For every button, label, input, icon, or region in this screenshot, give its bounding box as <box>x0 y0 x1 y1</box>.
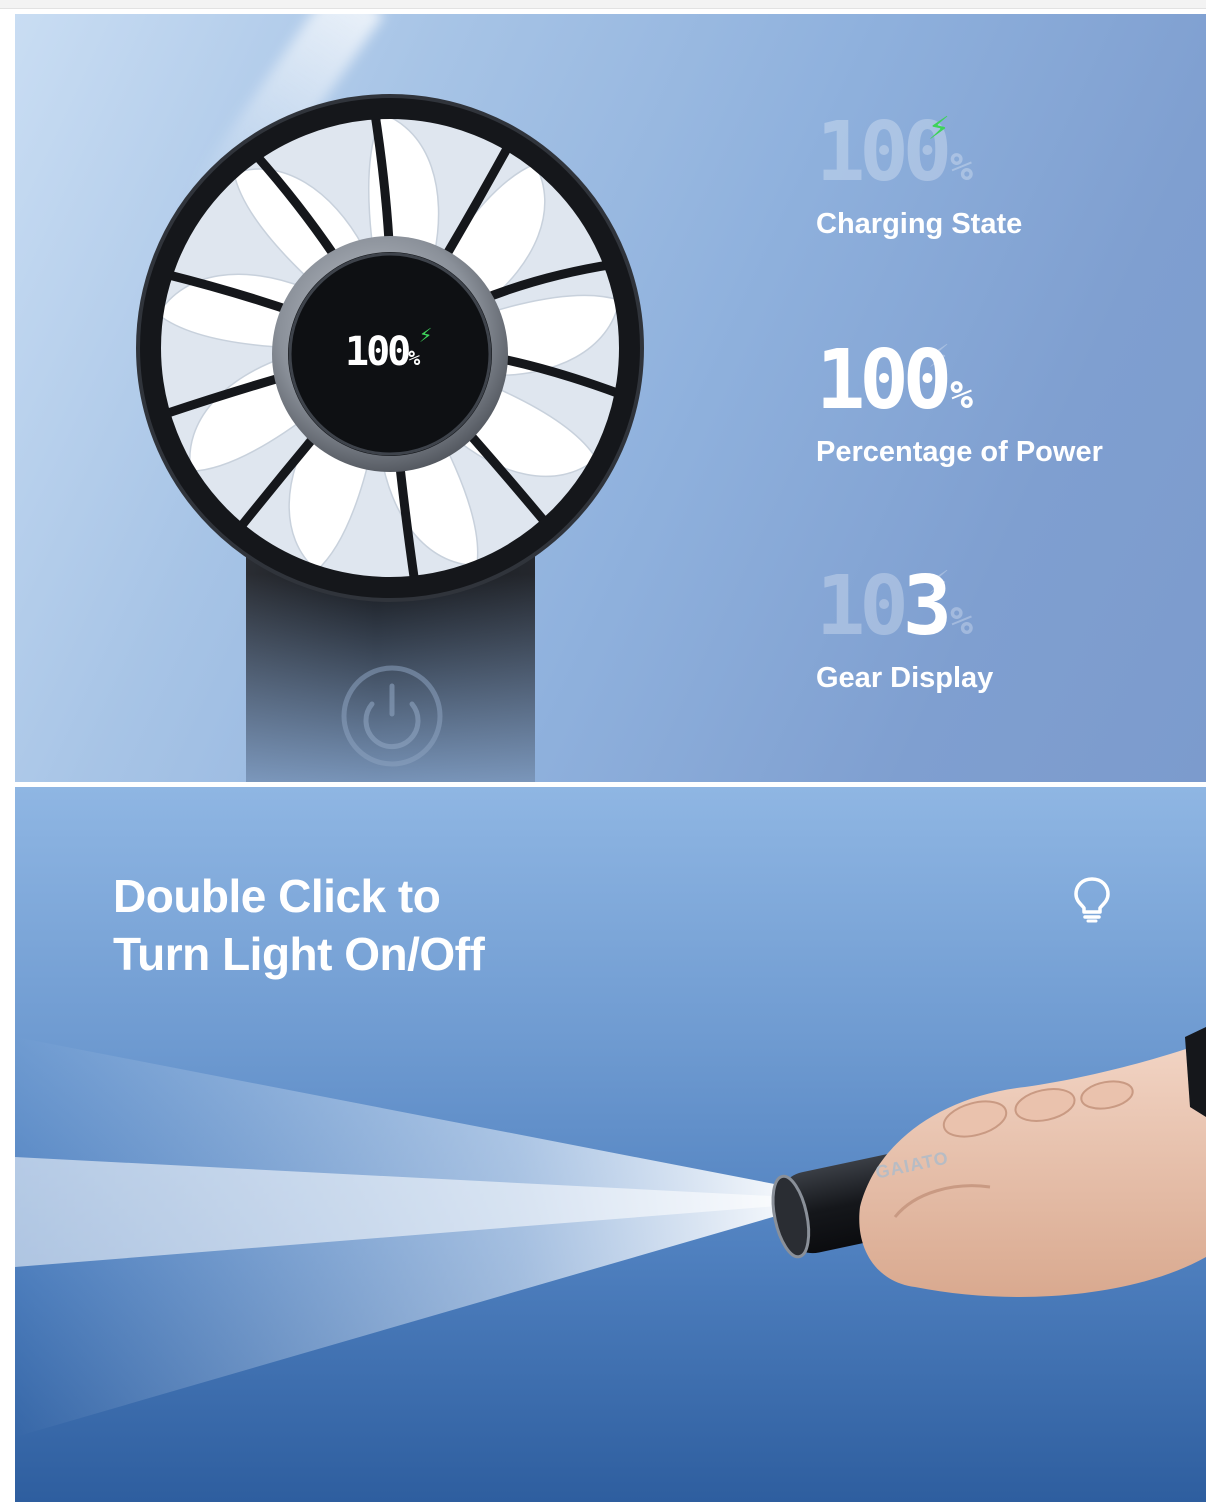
fan-display-readout: 100% ⚡ <box>345 323 432 375</box>
fan-display-percent: % <box>408 346 421 370</box>
gear-digits: 103% ⚡ <box>816 561 993 648</box>
charging-digits-value: 100 <box>816 105 952 200</box>
power-digits: 100% ⚡ <box>816 335 1103 422</box>
charging-digits-percent: % <box>950 145 973 189</box>
headline-line-1: Double Click to <box>113 870 441 922</box>
lightning-bolt-icon: ⚡ <box>928 107 950 148</box>
lightning-bolt-icon: ⚡ <box>928 335 950 376</box>
power-digits-value: 100 <box>816 333 952 428</box>
spec-percentage-of-power: 100% ⚡ Percentage of Power <box>816 335 1103 469</box>
gear-digits-percent: % <box>950 599 974 643</box>
power-digits-percent: % <box>950 373 973 417</box>
spec-label: Charging State <box>816 208 1023 240</box>
spec-label: Gear Display <box>816 662 994 694</box>
lightning-bolt-icon: ⚡ <box>928 561 950 602</box>
spec-label: Percentage of Power <box>816 436 1103 468</box>
light-feature-panel: GAIATO Double Click to Turn Light On/Off <box>15 787 1206 1502</box>
fan-display-value: 100 <box>345 329 411 375</box>
lightning-bolt-icon: ⚡ <box>419 323 433 348</box>
product-image-page: 100% ⚡ 100% ⚡ Charging State 100% ⚡ Perc… <box>0 0 1206 1502</box>
light-bulb-icon <box>1074 877 1110 923</box>
gear-digits-ghost: 10 <box>816 559 909 654</box>
spec-gear-display: 103% ⚡ Gear Display <box>816 561 994 695</box>
display-features-panel: 100% ⚡ 100% ⚡ Charging State 100% ⚡ Perc… <box>15 14 1206 782</box>
charging-digits: 100% ⚡ <box>816 107 1022 194</box>
spec-charging-state: 100% ⚡ Charging State <box>816 107 1023 241</box>
top-divider <box>0 0 1206 9</box>
headline-line-2: Turn Light On/Off <box>113 928 485 980</box>
feature-headline: Double Click to Turn Light On/Off <box>113 867 485 983</box>
